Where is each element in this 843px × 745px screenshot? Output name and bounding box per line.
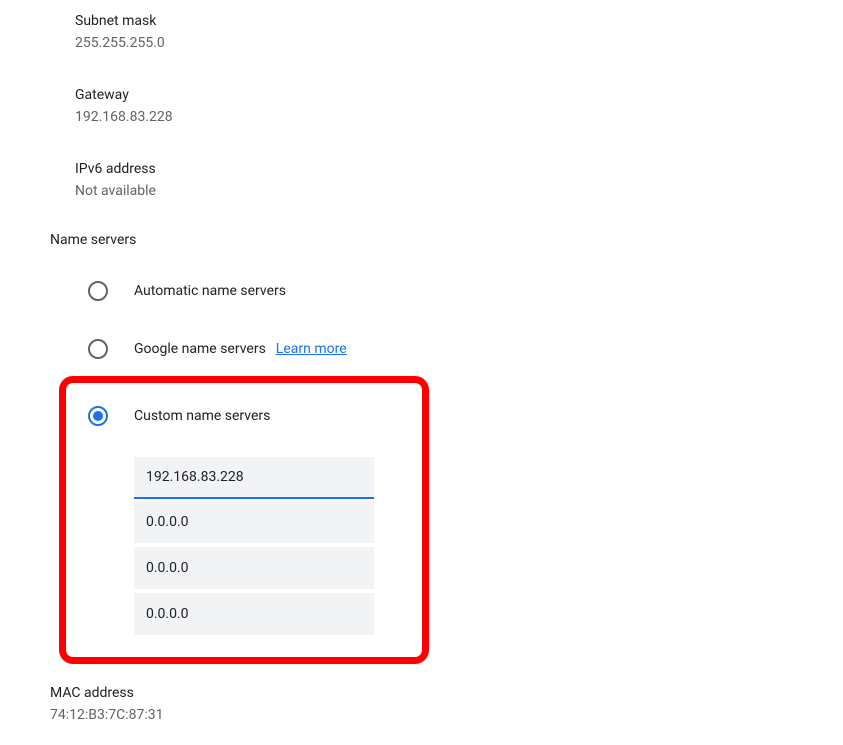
dns-inputs-container [134, 457, 402, 635]
mac-address-value: 74:12:B3:7C:87:31 [50, 704, 843, 726]
radio-custom-name-servers[interactable]: Custom name servers [88, 395, 402, 437]
dns-input-1[interactable] [134, 457, 374, 499]
gateway-value: 192.168.83.228 [75, 106, 843, 128]
custom-name-servers-highlight: Custom name servers [59, 376, 429, 664]
radio-label-google: Google name servers [134, 341, 266, 357]
subnet-mask-label: Subnet mask [75, 10, 843, 32]
radio-circle-selected-icon [88, 406, 108, 426]
radio-circle-icon [88, 339, 108, 359]
subnet-mask-value: 255.255.255.0 [75, 32, 843, 54]
radio-label-custom: Custom name servers [134, 408, 270, 424]
radio-circle-icon [88, 281, 108, 301]
radio-google-name-servers[interactable]: Google name servers Learn more [50, 328, 843, 370]
radio-automatic-name-servers[interactable]: Automatic name servers [50, 270, 843, 312]
ipv6-block: IPv6 address Not available [75, 158, 843, 202]
radio-label-automatic: Automatic name servers [134, 283, 286, 299]
gateway-label: Gateway [75, 84, 843, 106]
ipv6-label: IPv6 address [75, 158, 843, 180]
learn-more-link[interactable]: Learn more [276, 341, 347, 357]
dns-input-2[interactable] [134, 501, 374, 543]
subnet-mask-block: Subnet mask 255.255.255.0 [75, 10, 843, 54]
ipv6-value: Not available [75, 180, 843, 202]
name-servers-header: Name servers [50, 232, 843, 248]
dns-input-4[interactable] [134, 593, 374, 635]
gateway-block: Gateway 192.168.83.228 [75, 84, 843, 128]
dns-input-3[interactable] [134, 547, 374, 589]
mac-address-block: MAC address 74:12:B3:7C:87:31 [50, 682, 843, 726]
mac-address-label: MAC address [50, 682, 843, 704]
